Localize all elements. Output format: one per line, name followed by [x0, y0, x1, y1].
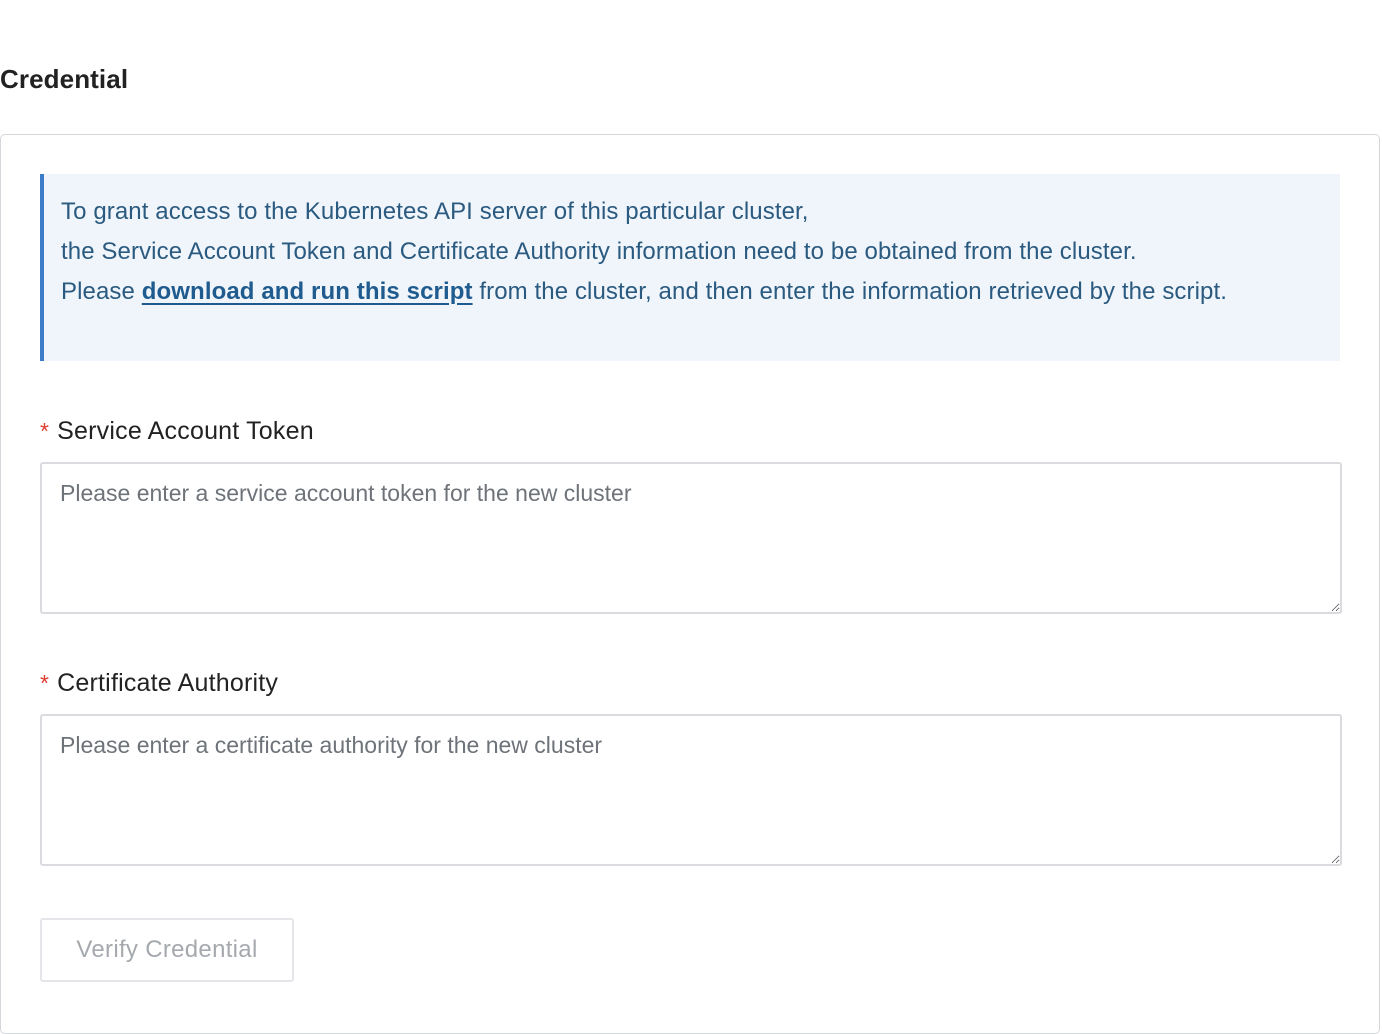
certificate-authority-input[interactable]	[40, 714, 1342, 866]
ca-field-label: * Certificate Authority	[40, 669, 278, 698]
section-title: Credential	[0, 64, 129, 94]
token-label-text: Service Account Token	[57, 417, 314, 445]
required-asterisk: *	[40, 418, 50, 444]
info-line-3-suffix: from the cluster, and then enter the inf…	[472, 278, 1228, 305]
info-callout: To grant access to the Kubernetes API se…	[40, 174, 1340, 361]
info-line-1: To grant access to the Kubernetes API se…	[61, 198, 809, 225]
download-script-link[interactable]: download and run this script	[142, 278, 473, 305]
ca-label-text: Certificate Authority	[57, 669, 279, 697]
credential-card: To grant access to the Kubernetes API se…	[0, 134, 1380, 1034]
info-line-3-prefix: Please	[61, 278, 142, 305]
verify-credential-button[interactable]: Verify Credential	[40, 918, 294, 982]
info-line-3: Please download and run this script from…	[61, 272, 1324, 312]
info-line-2: the Service Account Token and Certificat…	[61, 238, 1137, 265]
service-account-token-input[interactable]	[40, 462, 1342, 614]
token-field-label: * Service Account Token	[40, 417, 314, 446]
required-asterisk: *	[40, 670, 50, 696]
